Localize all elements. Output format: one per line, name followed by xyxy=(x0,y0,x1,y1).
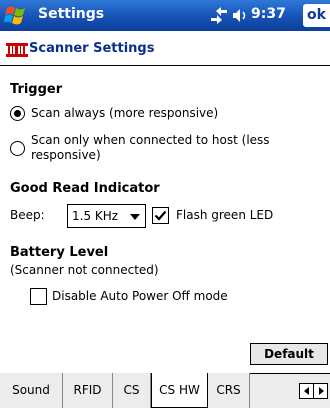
battery-heading: Battery Level xyxy=(10,245,109,260)
radio-scan-always-label[interactable]: Scan always (more responsive) xyxy=(31,106,218,120)
ok-button[interactable]: ok xyxy=(303,4,330,27)
checkmark-icon xyxy=(154,210,167,221)
tab-scroller-divider xyxy=(313,384,314,398)
connectivity-icon[interactable] xyxy=(209,7,229,24)
tab-rfid[interactable]: RFID xyxy=(63,373,113,408)
windows-start-icon[interactable] xyxy=(4,3,30,28)
tab-scroller xyxy=(299,383,328,399)
default-button[interactable]: Default xyxy=(250,343,328,365)
tab-cs[interactable]: CS xyxy=(113,373,151,408)
radio-scan-connected-label-line1[interactable]: Scan only when connected to host (less xyxy=(31,133,270,147)
tab-cs-hw[interactable]: CS HW xyxy=(151,373,208,408)
barcode-scanner-icon xyxy=(6,43,28,57)
volume-icon[interactable] xyxy=(232,8,248,23)
radio-selected-dot xyxy=(14,110,21,117)
radio-scan-connected-label-line2[interactable]: responsive) xyxy=(31,148,101,162)
header-divider xyxy=(0,65,330,66)
tab-sound[interactable]: Sound xyxy=(0,373,63,408)
beep-select[interactable]: 1.5 KHz xyxy=(67,204,146,228)
disable-auto-power-off-checkbox[interactable] xyxy=(30,288,47,305)
window-title: Settings xyxy=(38,6,105,22)
page-title: Scanner Settings xyxy=(29,41,155,56)
flash-green-led-label[interactable]: Flash green LED xyxy=(176,208,273,222)
tab-scroll-right-icon[interactable] xyxy=(315,385,327,397)
good-read-heading: Good Read Indicator xyxy=(10,181,160,196)
beep-label: Beep: xyxy=(10,208,45,222)
tab-scroll-left-icon[interactable] xyxy=(301,385,313,397)
battery-status: (Scanner not connected) xyxy=(10,263,159,277)
chevron-down-icon xyxy=(130,214,140,220)
disable-auto-power-off-label[interactable]: Disable Auto Power Off mode xyxy=(52,289,228,303)
tab-crs[interactable]: CRS xyxy=(208,373,250,408)
radio-scan-connected[interactable] xyxy=(10,141,25,156)
trigger-heading: Trigger xyxy=(10,82,63,97)
clock[interactable]: 9:37 xyxy=(251,6,286,22)
flash-green-led-checkbox[interactable] xyxy=(152,207,169,224)
beep-select-value: 1.5 KHz xyxy=(72,209,119,223)
radio-scan-always[interactable] xyxy=(10,106,25,121)
